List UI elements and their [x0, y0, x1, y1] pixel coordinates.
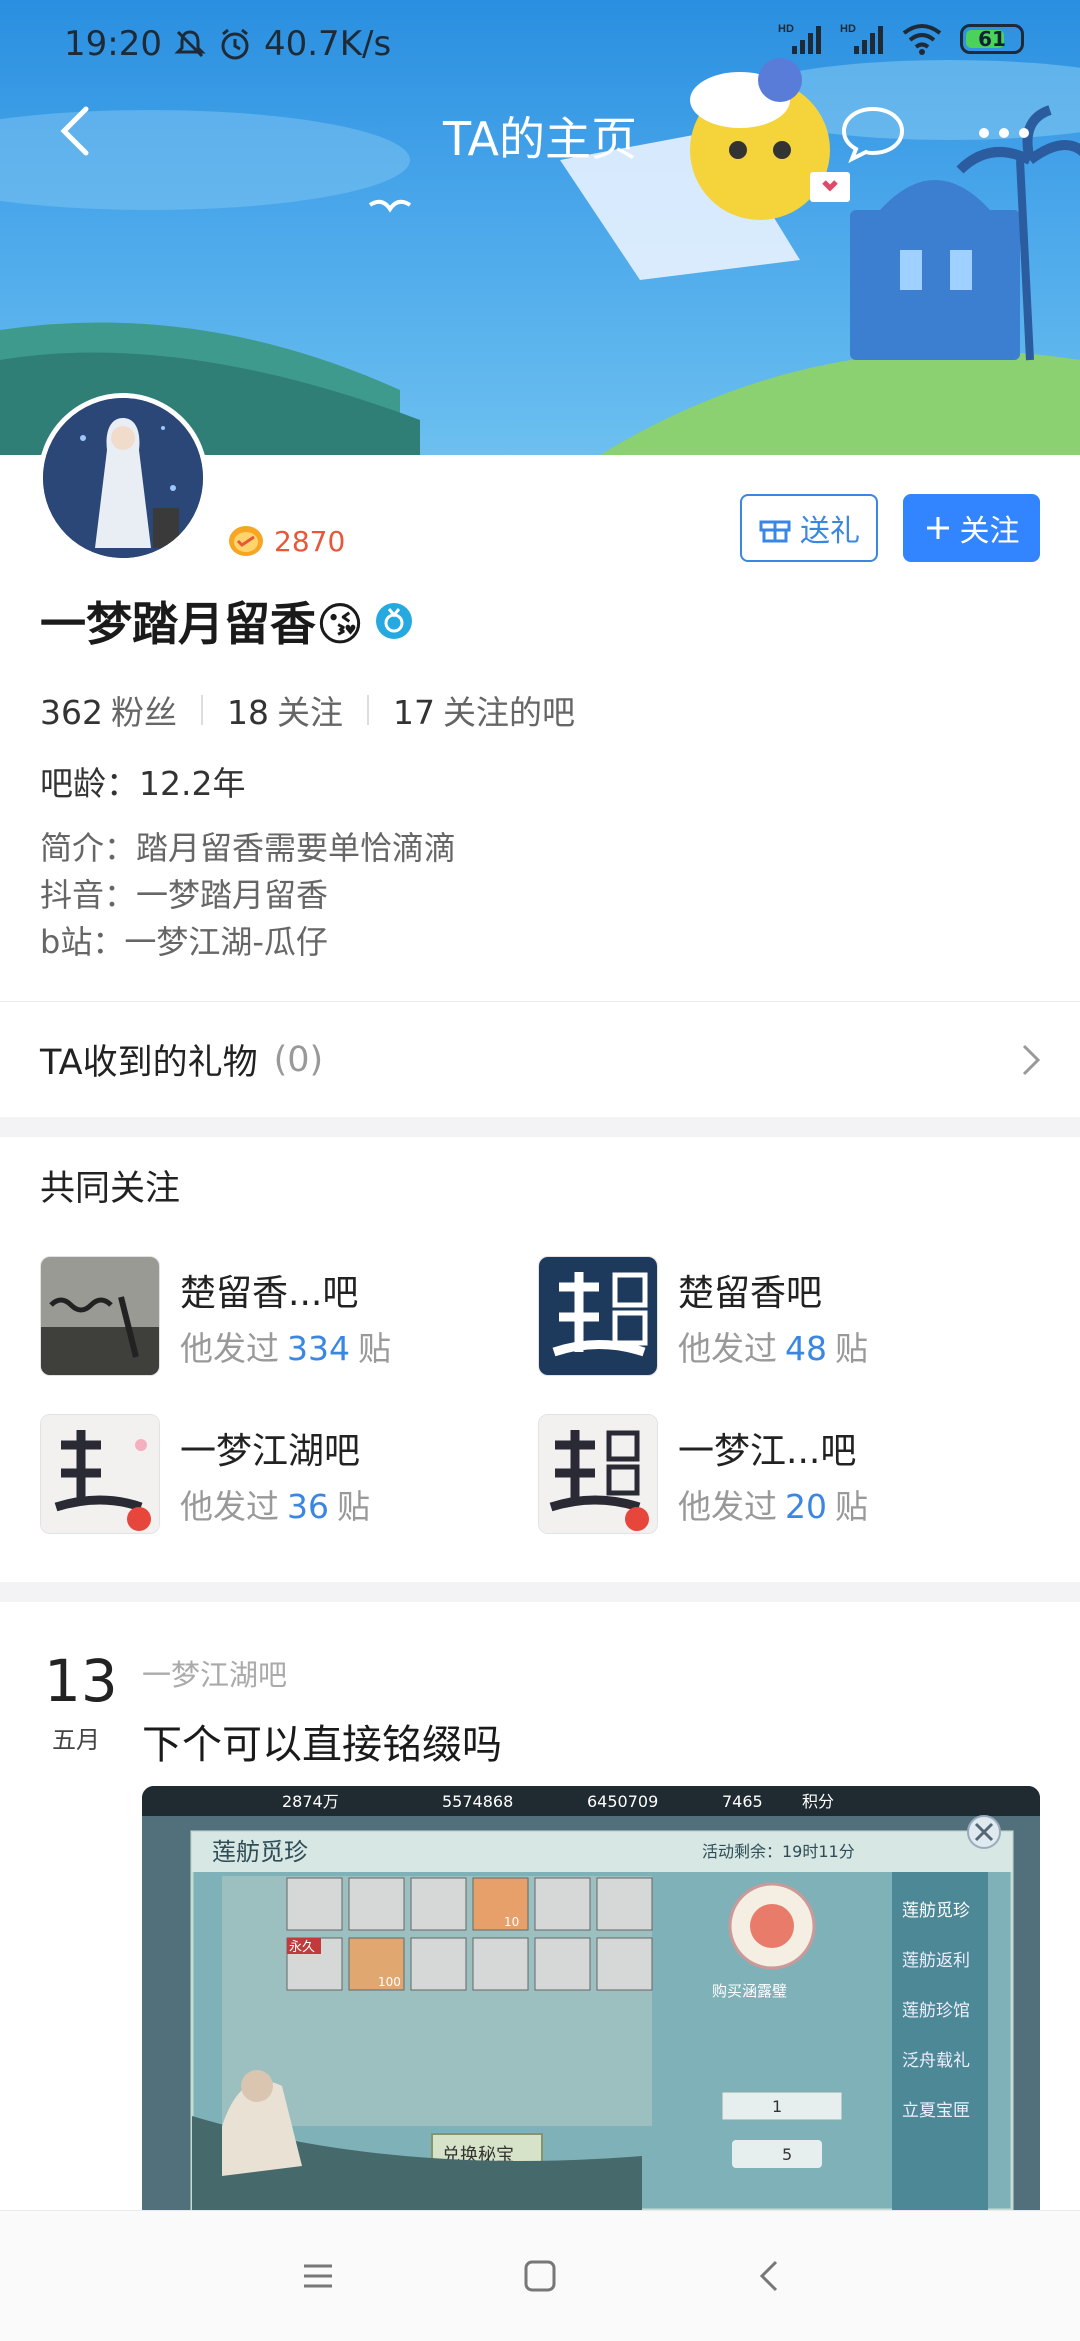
status-bar: 19:20 40.7K/s HD HD 61	[0, 0, 1080, 90]
forum-post-count: 他发过 36 贴	[180, 1487, 370, 1526]
bio-line: b站：一梦江湖-瓜仔	[40, 923, 328, 961]
follow-label: 关注	[959, 514, 1020, 549]
username-row: 一梦踏月留香😘	[40, 588, 414, 654]
gifts-label: TA收到的礼物	[40, 1043, 258, 1083]
forum-name: 一梦江...吧	[678, 1431, 857, 1472]
svg-text:1: 1	[772, 2097, 782, 2116]
svg-text:购买涵露璧: 购买涵露璧	[712, 1982, 787, 2000]
alarm-icon	[221, 28, 249, 60]
more-options-icon[interactable]	[970, 103, 1040, 163]
wifi-icon	[902, 24, 942, 55]
bio-line: 抖音：一梦踏月留香	[40, 876, 329, 914]
avatar-figure	[43, 398, 203, 558]
mute-bell-icon	[174, 30, 206, 58]
game-screenshot: 2874万 5574868 6450709 7465 积分 莲舫觅珍 活动剩余：…	[142, 1786, 1040, 2210]
forum-thumbnail	[40, 1256, 160, 1376]
forum-item[interactable]: 一梦江...吧 他发过 20 贴	[538, 1414, 1018, 1534]
following-label: 关注	[277, 693, 343, 732]
forum-name: 楚留香吧	[678, 1273, 823, 1314]
svg-text:HD: HD	[840, 23, 856, 35]
svg-text:积分: 积分	[802, 1792, 834, 1811]
forum-thumbnail	[538, 1414, 658, 1534]
level-badge-icon	[229, 526, 263, 556]
stat-divider	[367, 695, 369, 725]
battery-indicator: 61	[960, 24, 1024, 54]
send-gift-label: 送礼	[800, 514, 860, 549]
svg-text:立夏宝匣: 立夏宝匣	[902, 2101, 970, 2121]
forum-post-count: 他发过 48 贴	[678, 1329, 868, 1368]
forums-stat[interactable]: 17 关注的吧	[393, 686, 575, 734]
system-navigation-bar	[0, 2210, 1080, 2341]
fans-stat[interactable]: 362 粉丝	[40, 686, 177, 734]
svg-text:莲舫觅珍: 莲舫觅珍	[212, 1838, 308, 1866]
post-forum-name[interactable]: 一梦江湖吧	[142, 1652, 287, 1694]
svg-text:HD: HD	[778, 23, 794, 35]
forum-name: 楚留香...吧	[180, 1273, 359, 1314]
post-image[interactable]: 2874万 5574868 6450709 7465 积分 莲舫觅珍 活动剩余：…	[142, 1786, 1040, 2210]
forum-thumbnail	[538, 1256, 658, 1376]
svg-text:莲舫返利: 莲舫返利	[902, 1951, 970, 1971]
fans-count: 362	[40, 693, 103, 732]
forum-item[interactable]: 楚留香吧 他发过 48 贴	[538, 1256, 1018, 1376]
home-icon[interactable]	[520, 2256, 560, 2296]
svg-text:活动剩余：19时11分: 活动剩余：19时11分	[702, 1842, 855, 1861]
fans-label: 粉丝	[111, 693, 177, 732]
forum-name: 一梦江湖吧	[180, 1431, 361, 1472]
post-month: 五月	[52, 1726, 100, 1754]
user-level: 2870	[226, 523, 345, 559]
following-count: 18	[227, 693, 269, 732]
chat-bubble-icon[interactable]	[838, 103, 908, 163]
section-gap	[0, 1117, 1080, 1137]
svg-text:2874万: 2874万	[282, 1792, 339, 1811]
common-follow-title: 共同关注	[40, 1169, 181, 1209]
follow-button[interactable]: 关注	[903, 494, 1040, 562]
user-bio: 简介：踏月留香需要单恰滴滴 抖音：一梦踏月留香 b站：一梦江湖-瓜仔	[40, 825, 456, 966]
section-gap	[0, 1582, 1080, 1602]
svg-text:7465: 7465	[722, 1792, 763, 1811]
received-gifts-row[interactable]: TA收到的礼物 (0)	[0, 1002, 1080, 1117]
svg-text:5: 5	[782, 2145, 792, 2164]
send-gift-button[interactable]: 送礼	[740, 494, 878, 562]
bio-line: 简介：踏月留香需要单恰滴滴	[40, 829, 457, 867]
profile-banner: 19:20 40.7K/s HD HD 61 TA的主页	[0, 0, 1080, 455]
account-age: 吧龄：12.2年	[40, 764, 246, 803]
username: 一梦踏月留香😘	[40, 597, 364, 651]
menu-icon[interactable]	[298, 2256, 338, 2296]
forum-thumbnail	[40, 1414, 160, 1534]
signal-2-icon: HD	[840, 23, 883, 54]
chevron-right-icon	[1022, 1044, 1041, 1076]
post-title[interactable]: 下个可以直接铭缀吗	[142, 1712, 502, 1770]
gifts-count: (0)	[273, 1039, 324, 1080]
forum-post-count: 他发过 334 贴	[180, 1329, 391, 1368]
svg-text:10: 10	[504, 1915, 519, 1929]
svg-text:莲舫觅珍: 莲舫觅珍	[902, 1901, 970, 1921]
verified-badge-icon	[375, 603, 412, 639]
top-nav-bar: TA的主页	[0, 95, 1080, 175]
back-icon[interactable]	[750, 2256, 790, 2296]
user-stats: 362 粉丝 18 关注 17 关注的吧	[40, 686, 575, 734]
svg-text:6450709: 6450709	[587, 1792, 658, 1811]
stat-divider	[201, 695, 203, 725]
page-title: TA的主页	[443, 112, 637, 166]
svg-text:泛舟载礼: 泛舟载礼	[902, 2051, 970, 2071]
forum-post-count: 他发过 20 贴	[678, 1487, 868, 1526]
status-time: 19:20	[64, 24, 162, 64]
svg-text:莲舫珍馆: 莲舫珍馆	[902, 2001, 970, 2021]
user-avatar[interactable]	[38, 393, 208, 563]
signal-icon: HD	[778, 23, 821, 54]
svg-text:5574868: 5574868	[442, 1792, 513, 1811]
forum-item[interactable]: 一梦江湖吧 他发过 36 贴	[40, 1414, 520, 1534]
level-value: 2870	[274, 524, 346, 558]
forums-count: 17	[393, 693, 435, 732]
forum-item[interactable]: 楚留香...吧 他发过 334 贴	[40, 1256, 520, 1376]
forums-label: 关注的吧	[443, 693, 575, 732]
svg-text:100: 100	[378, 1975, 401, 1989]
post-day: 13	[44, 1647, 118, 1715]
network-speed: 40.7K/s	[263, 24, 392, 64]
plus-icon	[926, 517, 949, 539]
gift-icon	[759, 520, 791, 543]
following-stat[interactable]: 18 关注	[227, 686, 343, 734]
svg-text:永久: 永久	[289, 1940, 315, 1955]
